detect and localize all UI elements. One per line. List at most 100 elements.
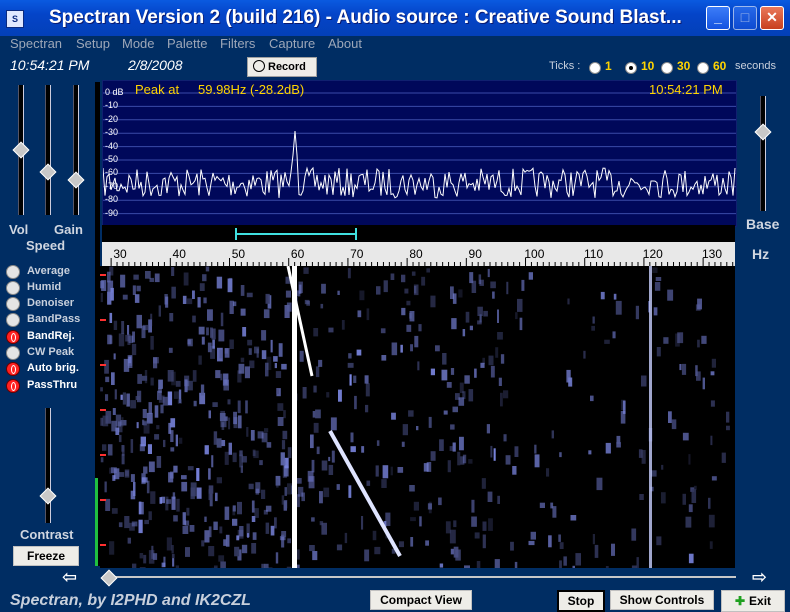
waterfall-speck	[224, 451, 229, 465]
menu-palette[interactable]: Palette	[167, 36, 207, 52]
menu-about[interactable]: About	[328, 36, 362, 52]
waterfall-speck	[414, 335, 419, 348]
base-slider-track[interactable]	[760, 96, 766, 211]
waterfall-speck	[575, 553, 581, 566]
waterfall-speck	[372, 530, 377, 541]
db-tick-label: -70	[105, 180, 119, 191]
waterfall-speck	[479, 314, 482, 323]
waterfall-speck	[220, 561, 226, 568]
waterfall-speck	[153, 357, 158, 369]
waterfall-speck	[726, 425, 730, 431]
gain-slider-thumb[interactable]	[67, 171, 85, 189]
contrast-slider-track[interactable]	[45, 408, 51, 523]
menu-filters[interactable]: Filters	[220, 36, 255, 52]
maximize-button[interactable]: □	[733, 6, 757, 30]
waterfall-speck	[107, 444, 113, 456]
waterfall-speck	[551, 430, 554, 439]
app-icon[interactable]: S	[6, 10, 24, 28]
compact-view-button[interactable]: Compact View	[370, 590, 472, 610]
waterfall-speck	[186, 380, 193, 391]
ticks-radio-10[interactable]	[625, 62, 637, 74]
waterfall-speck	[252, 532, 257, 540]
waterfall-speck	[138, 519, 143, 534]
freeze-button[interactable]: Freeze	[13, 546, 79, 566]
option-cw-peak[interactable]: CW Peak	[6, 346, 96, 361]
waterfall-speck	[169, 313, 174, 322]
contrast-slider-thumb[interactable]	[39, 487, 57, 505]
waterfall-speck	[254, 346, 260, 354]
waterfall-speck	[167, 391, 173, 406]
left-arrow-icon[interactable]: ⇦	[62, 567, 77, 588]
waterfall-speck	[114, 389, 117, 400]
time-scrollbar-thumb[interactable]	[100, 569, 118, 587]
waterfall-speck	[514, 446, 519, 457]
waterfall-speck	[319, 491, 323, 504]
waterfall-speck	[227, 399, 231, 405]
maximize-icon: □	[740, 9, 750, 25]
close-button[interactable]: ✕	[760, 6, 784, 30]
waterfall-speck	[265, 522, 270, 534]
vol-slider-thumb[interactable]	[12, 141, 30, 159]
option-auto-brig[interactable]: Auto brig.	[6, 362, 96, 377]
option-denoiser[interactable]: Denoiser	[6, 297, 96, 312]
waterfall-speck	[462, 329, 466, 337]
waterfall-speck	[348, 485, 352, 498]
passband-strip[interactable]	[102, 225, 735, 242]
speed-slider-track[interactable]	[45, 85, 51, 215]
option-bandrej[interactable]: BandRej.	[6, 330, 96, 345]
right-arrow-icon[interactable]: ⇨	[752, 567, 767, 588]
credit-text: Spectran, by I2PHD and IK2CZL	[10, 592, 251, 609]
waterfall-speck	[668, 411, 672, 423]
waterfall-speck	[696, 371, 701, 381]
base-slider-thumb[interactable]	[754, 123, 772, 141]
waterfall-speck	[275, 371, 282, 378]
waterfall-speck	[590, 395, 594, 402]
menu-setup[interactable]: Setup	[76, 36, 110, 52]
waterfall-speck	[219, 413, 226, 421]
exit-button[interactable]: ✚ Exit	[721, 590, 785, 612]
stop-button[interactable]: Stop	[557, 590, 605, 612]
waterfall-speck	[118, 333, 125, 347]
waterfall-speck	[150, 491, 156, 504]
gain-slider-track[interactable]	[73, 85, 79, 215]
db-tick-label: -50	[105, 154, 119, 164]
waterfall-speck	[242, 327, 247, 337]
waterfall-speck	[514, 561, 518, 568]
waterfall-speck	[510, 541, 514, 551]
record-button[interactable]: Record	[247, 57, 317, 77]
option-passthru[interactable]: PassThru	[6, 379, 96, 394]
ticks-radio-60[interactable]	[697, 62, 709, 74]
spectrum-trace	[103, 130, 736, 199]
waterfall-speck	[481, 478, 486, 489]
waterfall-speck	[276, 478, 279, 488]
waterfall-speck	[111, 372, 115, 385]
time-scrollbar[interactable]	[106, 576, 736, 578]
base-label: Base	[746, 216, 780, 232]
menu-spectran[interactable]: Spectran	[10, 36, 62, 52]
menu-capture[interactable]: Capture	[269, 36, 315, 52]
waterfall-speck	[331, 450, 335, 463]
minimize-button[interactable]: _	[706, 6, 730, 30]
waterfall-speck	[277, 403, 284, 411]
waterfall-speck	[198, 355, 202, 365]
speed-slider-thumb[interactable]	[39, 163, 57, 181]
option-humid[interactable]: Humid	[6, 281, 96, 296]
waterfall-speck	[398, 541, 404, 548]
option-bandpass[interactable]: BandPass	[6, 313, 96, 328]
waterfall-speck	[430, 451, 436, 461]
ticks-radio-1[interactable]	[589, 62, 601, 74]
waterfall-speck	[622, 400, 626, 414]
menu-mode[interactable]: Mode	[122, 36, 155, 52]
waterfall-speck	[605, 442, 611, 454]
waterfall-speck	[710, 371, 715, 376]
ticks-radio-30[interactable]	[661, 62, 673, 74]
option-average[interactable]: Average	[6, 265, 96, 280]
waterfall-speck	[320, 303, 324, 309]
show-controls-button[interactable]: Show Controls	[610, 590, 714, 610]
waterfall-speck	[130, 490, 136, 500]
waterfall-speck	[250, 430, 255, 441]
waterfall-speck	[450, 368, 455, 375]
waterfall-speck	[421, 276, 426, 286]
waterfall-speck	[215, 492, 218, 502]
waterfall-speck	[153, 553, 158, 560]
